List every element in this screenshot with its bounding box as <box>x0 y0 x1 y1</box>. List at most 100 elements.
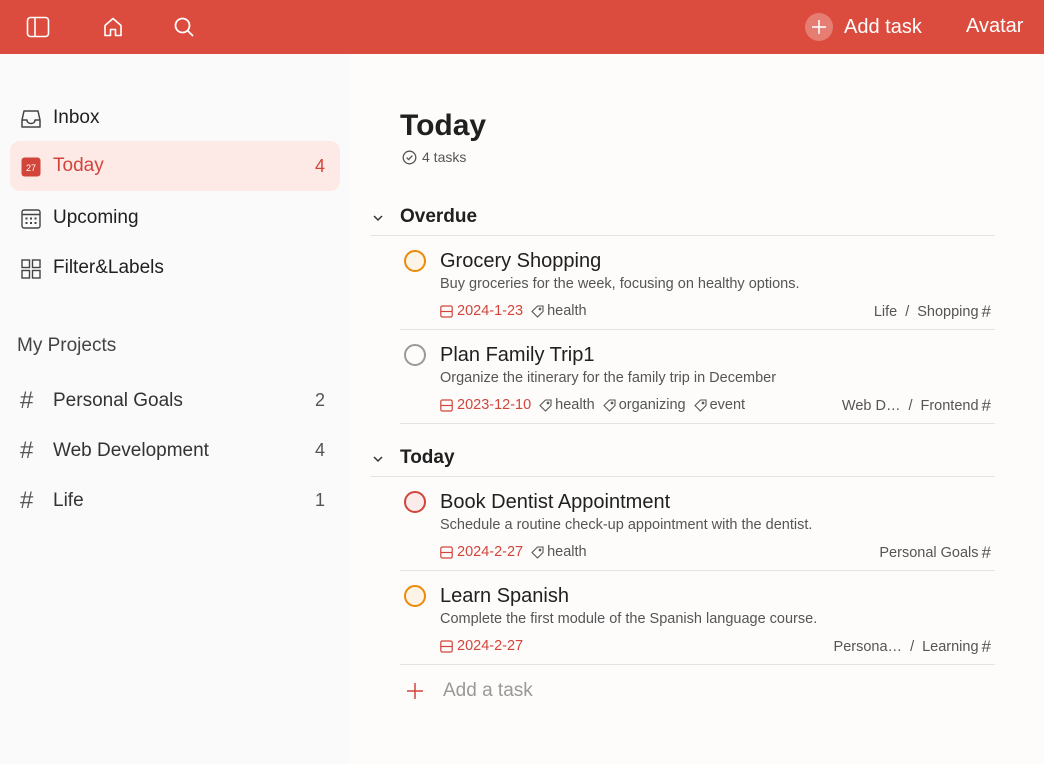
chevron-down-icon[interactable] <box>370 210 386 226</box>
calendar-icon <box>440 545 453 559</box>
calendar-icon <box>440 304 453 318</box>
sidebar-item-today[interactable]: 27 Today 4 <box>10 141 340 191</box>
hash-icon: # <box>20 437 34 464</box>
project-separator: / <box>905 304 910 320</box>
task-label-chip[interactable]: health <box>539 397 595 413</box>
hash-icon: # <box>981 637 991 656</box>
task-meta: 2024-2-27 <box>440 636 523 656</box>
task-due-date[interactable]: 2023-12-10 <box>440 397 531 413</box>
task-meta: 2024-2-27 health <box>440 542 587 562</box>
task-project-name: Web D… <box>841 398 901 414</box>
task-due-date[interactable]: 2024-2-27 <box>440 544 523 560</box>
task-label-chip[interactable]: health <box>531 303 587 319</box>
top-bar: Add task Avatar <box>0 0 1044 54</box>
task-item: Grocery Shopping Buy groceries for the w… <box>400 236 995 330</box>
tag-icon <box>539 398 552 412</box>
project-count: 4 <box>314 440 325 460</box>
task-label-chip[interactable]: event <box>693 397 745 413</box>
task-checkbox[interactable] <box>404 250 426 272</box>
tag-icon <box>602 398 616 412</box>
sidebar: Inbox 27 Today 4 Upcoming Filter&Labels … <box>0 54 350 764</box>
task-item: Book Dentist Appointment Schedule a rout… <box>400 477 995 571</box>
chevron-down-icon[interactable] <box>370 451 386 467</box>
plus-icon <box>805 13 833 41</box>
hash-icon: # <box>981 543 991 562</box>
task-label-text: health <box>547 544 587 560</box>
calendar-grid-icon <box>20 208 42 230</box>
task-checkbox[interactable] <box>404 491 426 513</box>
task-label-text: organizing <box>618 397 686 413</box>
task-project[interactable]: Life / Shopping # <box>874 302 991 322</box>
group-overdue: Overdue <box>370 202 995 236</box>
add-task-label: Add task <box>844 15 922 38</box>
project-label: Web Development <box>53 440 209 461</box>
task-project[interactable]: Persona… / Learning # <box>834 637 991 657</box>
sidebar-item-label: Today <box>53 155 104 176</box>
sidebar-project-personal-goals[interactable]: # Personal Goals 2 <box>10 375 340 425</box>
task-due-date[interactable]: 2024-2-27 <box>440 638 523 654</box>
task-section-name: Shopping <box>917 304 979 320</box>
hash-icon: # <box>981 302 991 321</box>
task-due-date[interactable]: 2024-1-23 <box>440 303 523 319</box>
sidebar-item-label: Inbox <box>53 107 100 128</box>
task-description: Complete the first module of the Spanish… <box>440 611 818 627</box>
task-count-text: 4 tasks <box>422 149 467 165</box>
calendar-icon <box>440 639 453 653</box>
page-title: Today <box>400 109 487 142</box>
group-today: Today <box>370 443 995 477</box>
task-date-text: 2024-2-27 <box>457 544 524 560</box>
my-projects-heading[interactable]: My Projects <box>17 335 116 357</box>
task-item: Plan Family Trip1 Organize the itinerary… <box>400 330 995 424</box>
task-title[interactable]: Grocery Shopping <box>440 250 601 273</box>
sidebar-item-inbox[interactable]: Inbox <box>10 93 340 143</box>
sidebar-item-upcoming[interactable]: Upcoming <box>10 193 340 243</box>
task-label-text: health <box>547 303 587 319</box>
task-description: Buy groceries for the week, focusing on … <box>440 276 800 292</box>
task-label-chip[interactable]: health <box>531 544 587 560</box>
sidebar-item-filters-labels[interactable]: Filter&Labels <box>10 243 340 293</box>
task-date-text: 2024-2-27 <box>457 638 524 654</box>
hash-icon: # <box>981 396 991 415</box>
task-section-name: Frontend <box>920 398 979 414</box>
task-title[interactable]: Learn Spanish <box>440 585 569 608</box>
task-label-text: health <box>555 397 595 413</box>
group-label: Overdue <box>400 206 478 227</box>
home-icon[interactable] <box>100 14 126 40</box>
project-separator: / <box>908 398 913 414</box>
hash-icon: # <box>20 487 34 514</box>
group-label: Today <box>400 447 455 468</box>
tag-icon <box>531 304 544 318</box>
task-section-name: Learning <box>922 639 979 655</box>
add-task-button[interactable]: Add task <box>805 13 922 41</box>
sidebar-item-count: 4 <box>314 156 325 176</box>
task-title[interactable]: Book Dentist Appointment <box>440 491 670 514</box>
tag-icon <box>531 545 544 559</box>
task-project[interactable]: Web D… / Frontend # <box>842 396 991 416</box>
task-project-name: Personal Goals <box>879 545 979 561</box>
task-meta: 2024-1-23 health <box>440 301 587 321</box>
task-project-name: Life <box>873 304 898 320</box>
search-icon[interactable] <box>171 14 197 40</box>
task-checkbox[interactable] <box>404 344 426 366</box>
plus-icon <box>405 681 425 701</box>
grid-icon <box>20 258 42 280</box>
task-project-name: Persona… <box>833 639 903 655</box>
add-a-task-button[interactable]: Add a task <box>405 676 533 706</box>
sidebar-project-life[interactable]: # Life 1 <box>10 475 340 525</box>
add-a-task-label: Add a task <box>443 680 533 701</box>
task-checkbox[interactable] <box>404 585 426 607</box>
sidebar-toggle-icon[interactable] <box>25 14 51 40</box>
main-content: Today 4 tasks Overdue Grocery Shopping B… <box>350 54 1044 764</box>
task-description: Schedule a routine check-up appointment … <box>440 517 813 533</box>
sidebar-project-web-development[interactable]: # Web Development 4 <box>10 425 340 475</box>
project-separator: / <box>910 639 915 655</box>
hash-icon: # <box>20 387 34 414</box>
task-label-chip[interactable]: organizing <box>602 397 686 413</box>
avatar[interactable]: Avatar <box>966 15 1023 38</box>
tag-icon <box>693 398 707 412</box>
task-project[interactable]: Personal Goals # <box>879 543 991 563</box>
task-meta: 2023-12-10 health organizing event <box>440 395 745 415</box>
sidebar-item-label: Filter&Labels <box>53 257 164 278</box>
task-title[interactable]: Plan Family Trip1 <box>440 344 595 367</box>
inbox-icon <box>20 108 42 130</box>
